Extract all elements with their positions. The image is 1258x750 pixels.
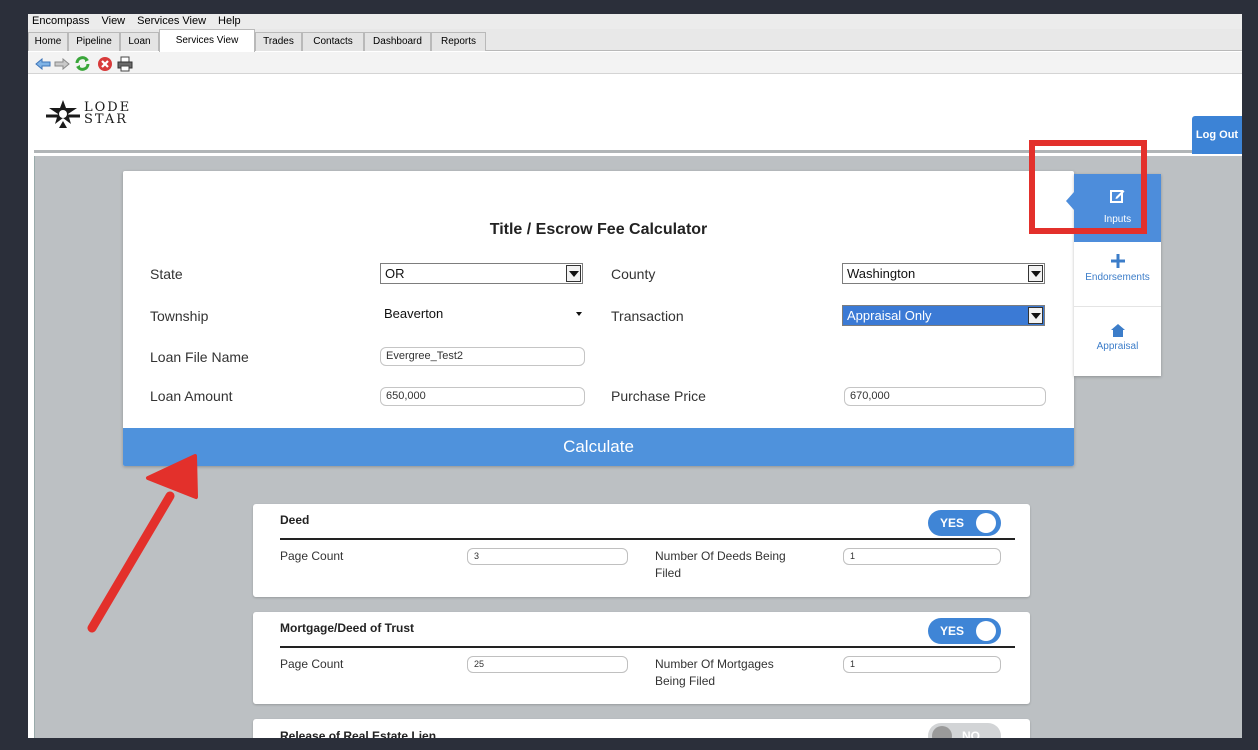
left-border xyxy=(34,156,35,738)
loan-amount-label: Loan Amount xyxy=(150,388,233,404)
deed-toggle-label: YES xyxy=(940,516,965,530)
menu-encompass[interactable]: Encompass xyxy=(32,14,89,29)
encompass-window: Encompass View Services View Help Home P… xyxy=(28,14,1242,738)
main-content: Title / Escrow Fee Calculator State OR C… xyxy=(34,156,1242,738)
mortgage-divider xyxy=(280,646,1015,648)
plus-icon xyxy=(1074,254,1161,268)
county-select[interactable]: Washington xyxy=(842,263,1045,284)
deed-page-count-input[interactable]: 3 xyxy=(467,548,628,565)
forward-arrow-icon[interactable] xyxy=(53,55,70,72)
transaction-value: Appraisal Only xyxy=(847,308,932,323)
side-nav-endorsements-label: Endorsements xyxy=(1085,272,1150,283)
purchase-price-label: Purchase Price xyxy=(611,388,706,404)
toggle-knob xyxy=(976,621,996,641)
tab-bar: Home Pipeline Loan Services View Trades … xyxy=(28,29,1242,52)
chevron-down-icon[interactable] xyxy=(1028,265,1043,282)
menu-services-view[interactable]: Services View xyxy=(137,14,206,29)
lodestar-logo: LODE STAR xyxy=(46,99,131,129)
toggle-knob xyxy=(932,726,952,738)
tab-contacts[interactable]: Contacts xyxy=(302,32,364,51)
mortgage-section: Mortgage/Deed of Trust YES Page Count 25… xyxy=(253,612,1030,704)
chevron-down-icon[interactable] xyxy=(566,265,581,282)
deed-divider xyxy=(280,538,1015,540)
township-value: Beaverton xyxy=(384,306,444,321)
refresh-icon[interactable] xyxy=(74,55,91,72)
loan-file-name-label: Loan File Name xyxy=(150,349,249,365)
loan-amount-input[interactable]: 650,000 xyxy=(380,387,585,406)
county-label: County xyxy=(611,266,656,282)
township-label: Township xyxy=(150,308,209,324)
deed-title: Deed xyxy=(280,513,310,527)
calculator-title: Title / Escrow Fee Calculator xyxy=(489,221,708,238)
inputs-highlight-box xyxy=(1029,140,1147,234)
tab-reports[interactable]: Reports xyxy=(431,32,486,51)
state-value: OR xyxy=(385,266,405,281)
county-value: Washington xyxy=(847,266,916,281)
menu-help[interactable]: Help xyxy=(218,14,241,29)
mortgage-toggle-label: YES xyxy=(940,624,965,638)
logout-button[interactable]: Log Out xyxy=(1192,116,1242,154)
print-icon[interactable] xyxy=(116,55,133,72)
deed-page-count-label: Page Count xyxy=(280,549,344,563)
lodestar-emblem-icon xyxy=(46,100,80,128)
deed-toggle[interactable]: YES xyxy=(928,510,1001,536)
release-title: Release of Real Estate Lien xyxy=(280,729,437,738)
release-toggle[interactable]: NO xyxy=(928,723,1001,738)
mortgage-page-count-input[interactable]: 25 xyxy=(467,656,628,673)
state-select[interactable]: OR xyxy=(380,263,583,284)
menu-bar: Encompass View Services View Help xyxy=(28,14,1242,29)
deed-number-label-line-1: Number Of Deeds Being xyxy=(655,549,786,563)
menu-view[interactable]: View xyxy=(101,14,125,29)
side-nav-endorsements[interactable]: Endorsements xyxy=(1074,254,1161,283)
screenshot-frame: Encompass View Services View Help Home P… xyxy=(0,0,1258,750)
tab-trades[interactable]: Trades xyxy=(255,32,302,51)
chevron-down-icon[interactable] xyxy=(1028,307,1043,324)
transaction-label: Transaction xyxy=(611,308,684,324)
deed-number-label: Number Of Deeds Being Filed xyxy=(655,548,786,582)
state-label: State xyxy=(150,266,183,282)
calculate-button[interactable]: Calculate xyxy=(123,428,1074,466)
tab-loan[interactable]: Loan xyxy=(120,32,159,51)
mortgage-number-label: Number Of Mortgages Being Filed xyxy=(655,656,774,690)
release-section: Release of Real Estate Lien NO xyxy=(253,719,1030,738)
deed-number-label-line-2: Filed xyxy=(655,566,682,580)
side-nav-appraisal-label: Appraisal xyxy=(1096,341,1139,352)
deed-number-input[interactable]: 1 xyxy=(843,548,1001,565)
calculator-card: Title / Escrow Fee Calculator State OR C… xyxy=(123,171,1074,466)
mortgage-number-input[interactable]: 1 xyxy=(843,656,1001,673)
transaction-select[interactable]: Appraisal Only xyxy=(842,305,1045,326)
mortgage-title: Mortgage/Deed of Trust xyxy=(280,621,415,635)
tab-services-view[interactable]: Services View xyxy=(159,29,255,52)
mortgage-toggle[interactable]: YES xyxy=(928,618,1001,644)
deed-section: Deed YES Page Count 3 Number Of Deeds Be… xyxy=(253,504,1030,597)
toolbar xyxy=(28,52,1242,74)
side-nav-appraisal[interactable]: Appraisal xyxy=(1074,306,1161,376)
release-toggle-label: NO xyxy=(962,729,980,738)
township-select[interactable]: Beaverton xyxy=(380,303,586,325)
logo-line-2: STAR xyxy=(84,112,129,127)
loan-file-name-input[interactable]: Evergree_Test2 xyxy=(380,347,585,366)
caret-down-icon xyxy=(576,312,582,316)
tab-home[interactable]: Home xyxy=(28,32,68,51)
tab-pipeline[interactable]: Pipeline xyxy=(68,32,120,51)
mortgage-number-label-line-2: Being Filed xyxy=(655,674,716,688)
mortgage-number-label-line-1: Number Of Mortgages xyxy=(655,657,774,671)
stop-icon[interactable] xyxy=(96,55,113,72)
logo-text: LODE STAR xyxy=(84,101,131,127)
purchase-price-input[interactable]: 670,000 xyxy=(844,387,1046,406)
home-icon xyxy=(1074,324,1161,337)
back-arrow-icon[interactable] xyxy=(34,55,51,72)
toggle-knob xyxy=(976,513,996,533)
mortgage-page-count-label: Page Count xyxy=(280,657,344,671)
tab-dashboard[interactable]: Dashboard xyxy=(364,32,431,51)
